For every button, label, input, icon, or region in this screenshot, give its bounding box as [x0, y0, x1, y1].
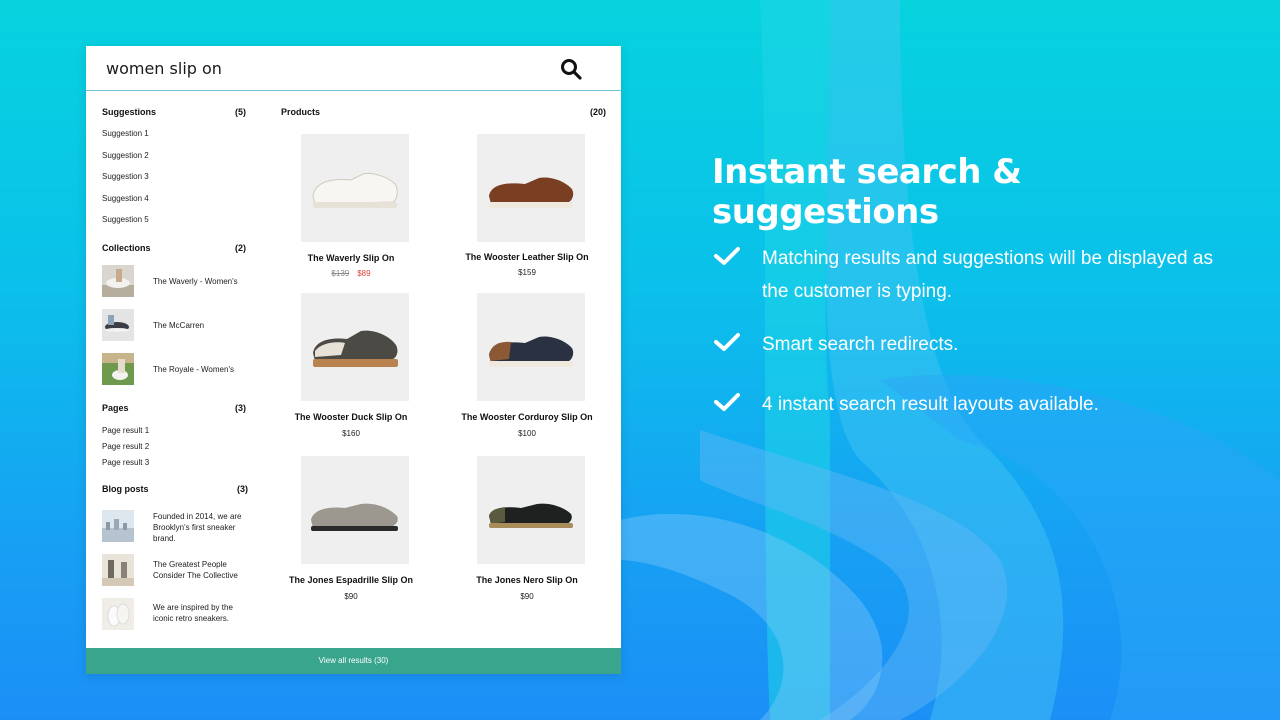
- product-name: The Jones Nero Slip On: [476, 575, 578, 585]
- feature-item: Smart search redirects.: [714, 328, 1234, 364]
- collection-thumbnail: [102, 309, 134, 341]
- pages-count: (3): [235, 403, 246, 413]
- feature-text: 4 instant search result layouts availabl…: [762, 394, 1099, 415]
- collection-item[interactable]: The McCarren: [102, 309, 252, 341]
- feature-item: 4 instant search result layouts availabl…: [714, 388, 1234, 424]
- search-icon[interactable]: [559, 57, 583, 81]
- blog-item[interactable]: Founded in 2014, we are Brooklyn's first…: [102, 510, 252, 544]
- collection-thumbnail: [102, 265, 134, 297]
- blog-heading: Blog posts: [102, 484, 149, 494]
- view-all-results-button[interactable]: View all results (30): [86, 648, 621, 674]
- collection-thumbnail: [102, 353, 134, 385]
- product-image: [301, 293, 409, 401]
- blog-thumbnail: [102, 510, 134, 542]
- product-card[interactable]: The Wooster Leather Slip On $159: [439, 134, 615, 294]
- collections-count: (2): [235, 243, 246, 253]
- product-price: $90: [344, 592, 358, 601]
- product-card[interactable]: The Jones Espadrille Slip On $90: [263, 456, 439, 616]
- check-icon: [714, 333, 740, 351]
- product-price: $159: [518, 268, 536, 277]
- blog-item[interactable]: We are inspired by the iconic retro snea…: [102, 598, 252, 630]
- products-count: (20): [589, 107, 606, 117]
- product-card[interactable]: The Wooster Corduroy Slip On $100: [439, 293, 615, 453]
- page-result[interactable]: Page result 3: [102, 458, 149, 467]
- search-input[interactable]: [106, 56, 526, 80]
- product-image: [301, 456, 409, 564]
- blog-thumbnail: [102, 598, 134, 630]
- product-image: [477, 134, 585, 242]
- blog-count: (3): [237, 484, 248, 494]
- collection-item[interactable]: The Waverly - Women's: [102, 265, 252, 297]
- product-price: $139 $89: [263, 269, 439, 278]
- collection-label: The McCarren: [153, 321, 205, 330]
- blog-item[interactable]: The Greatest People Consider The Collect…: [102, 554, 252, 586]
- product-image: [477, 293, 585, 401]
- product-name: The Wooster Leather Slip On: [465, 252, 589, 262]
- product-card[interactable]: The Jones Nero Slip On $90: [439, 456, 615, 616]
- product-card[interactable]: The Waverly Slip On $139 $89: [263, 134, 439, 294]
- product-name: The Wooster Duck Slip On: [294, 412, 408, 422]
- suggestion-item[interactable]: Suggestion 2: [102, 151, 149, 160]
- product-image: [477, 456, 585, 564]
- blog-title: Founded in 2014, we are Brooklyn's first…: [153, 512, 242, 543]
- products-heading: Products: [281, 107, 321, 117]
- blog-title: We are inspired by the iconic retro snea…: [153, 603, 233, 623]
- collection-item[interactable]: The Royale - Women's: [102, 353, 252, 385]
- pages-heading: Pages: [102, 403, 129, 413]
- product-price: $160: [342, 429, 360, 438]
- collection-label: The Royale - Women's: [153, 365, 234, 374]
- suggestions-heading: Suggestions: [102, 107, 157, 117]
- check-icon: [714, 247, 740, 265]
- check-icon: [714, 393, 740, 411]
- collections-heading: Collections: [102, 243, 151, 253]
- product-card[interactable]: The Wooster Duck Slip On $160: [263, 293, 439, 453]
- product-name: The Wooster Corduroy Slip On: [461, 412, 593, 422]
- page-result[interactable]: Page result 2: [102, 442, 149, 451]
- feature-text: Matching results and suggestions will be…: [762, 248, 1213, 302]
- blog-title: The Greatest People Consider The Collect…: [153, 560, 238, 580]
- instant-search-panel: Suggestions (5) Suggestion 1 Suggestion …: [86, 46, 621, 674]
- suggestion-item[interactable]: Suggestion 1: [102, 129, 149, 138]
- product-price: $90: [520, 592, 534, 601]
- product-image: [301, 134, 409, 242]
- product-name: The Waverly Slip On: [307, 253, 395, 263]
- page-result[interactable]: Page result 1: [102, 426, 149, 435]
- product-name: The Jones Espadrille Slip On: [288, 575, 414, 585]
- marketing-headline: Instant search & suggestions: [712, 152, 1022, 232]
- feature-item: Matching results and suggestions will be…: [714, 242, 1234, 312]
- suggestions-count: (5): [235, 107, 246, 117]
- product-old-price: $139: [331, 269, 350, 278]
- suggestion-item[interactable]: Suggestion 3: [102, 172, 149, 181]
- suggestion-item[interactable]: Suggestion 4: [102, 194, 149, 203]
- collection-label: The Waverly - Women's: [153, 277, 238, 286]
- blog-thumbnail: [102, 554, 134, 586]
- product-sale-price: $89: [357, 269, 371, 278]
- search-bar: [86, 46, 621, 91]
- product-price: $100: [518, 429, 536, 438]
- feature-text: Smart search redirects.: [762, 334, 959, 355]
- suggestion-item[interactable]: Suggestion 5: [102, 215, 149, 224]
